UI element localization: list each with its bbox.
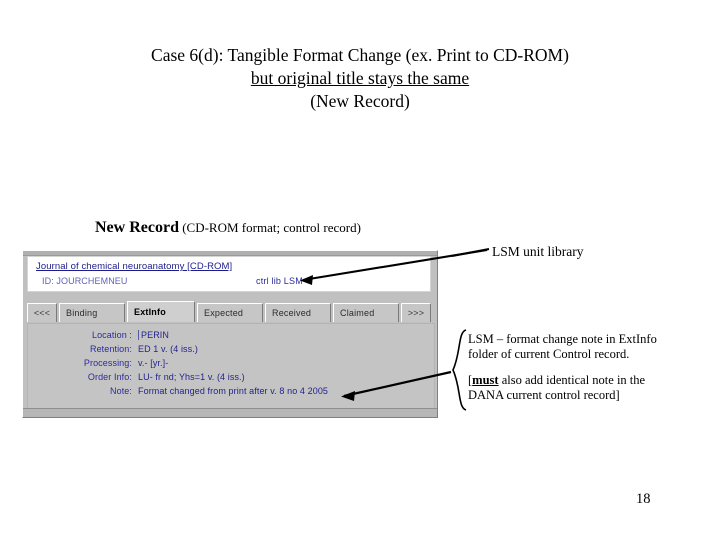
annotation-lsm-unit-library: LSM unit library	[492, 244, 584, 259]
new-record-caption: New Record (CD-ROM format; control recor…	[95, 219, 361, 237]
field-label-retention: Retention:	[89, 344, 132, 354]
field-value-note[interactable]: Format changed from print after v. 8 no …	[138, 386, 328, 396]
tab-next[interactable]: >>>	[401, 303, 431, 322]
tab-extinfo[interactable]: ExtInfo	[127, 301, 195, 322]
field-value-processing[interactable]: v.- [yr.]-	[138, 358, 168, 368]
page-number: 18	[636, 491, 651, 507]
field-value-retention[interactable]: ED 1 v. (4 iss.)	[138, 344, 198, 354]
slide-title-line-3: (New Record)	[310, 91, 410, 111]
annotation-note-paragraph-2: [must also add identical note in the DAN…	[468, 373, 690, 403]
embedded-record-window: Journal of chemical neuroanatomy [CD-ROM…	[22, 250, 438, 418]
record-title-link[interactable]: Journal of chemical neuroanatomy [CD-ROM…	[36, 261, 232, 272]
field-row-processing: Processing: v.- [yr.]-	[28, 358, 434, 372]
arrow-leadin-lsm-unit	[451, 247, 490, 258]
field-row-location: Location : PERIN	[28, 330, 434, 344]
extinfo-field-area: Location : PERIN Retention: ED 1 v. (4 i…	[27, 323, 435, 409]
field-label-order-info: Order Info:	[87, 372, 132, 382]
field-value-location[interactable]: PERIN	[138, 330, 169, 340]
field-label-note: Note:	[109, 386, 132, 396]
record-id-label: ID: JOURCHEMNEU	[42, 276, 128, 286]
record-tab-row: <<< Binding ExtInfo Expected Received Cl…	[27, 301, 435, 322]
annotation-note-line-2: folder of current Control record.	[468, 347, 630, 361]
field-row-note: Note: Format changed from print after v.…	[28, 386, 434, 400]
field-row-retention: Retention: ED 1 v. (4 iss.)	[28, 344, 434, 358]
annotation-must-word: must	[472, 373, 499, 387]
annotation-must-rest: also add identical note in the	[498, 373, 646, 387]
slide-title-block: Case 6(d): Tangible Format Change (ex. P…	[0, 44, 720, 113]
tab-prev[interactable]: <<<	[27, 303, 57, 322]
window-bottom-strip	[23, 408, 437, 417]
tab-expected[interactable]: Expected	[197, 303, 263, 322]
annotation-note-line-1: LSM – format change note in ExtInfo	[468, 332, 657, 346]
new-record-caption-strong: New Record	[95, 219, 179, 236]
tab-claimed[interactable]: Claimed	[333, 303, 399, 322]
field-label-processing: Processing:	[83, 358, 132, 368]
slide-title-line-1: Case 6(d): Tangible Format Change (ex. P…	[151, 45, 569, 65]
field-label-location: Location :	[91, 330, 132, 340]
field-row-order-info: Order Info: LU- fr nd; Yhs=1 v. (4 iss.)	[28, 372, 434, 386]
slide-title-line-2: but original title stays the same	[250, 68, 470, 88]
field-value-order-info[interactable]: LU- fr nd; Yhs=1 v. (4 iss.)	[138, 372, 245, 382]
annotation-note-block: LSM – format change note in ExtInfo fold…	[468, 332, 690, 403]
record-ctrl-library-label: ctrl lib LSM	[256, 276, 303, 286]
annotation-note-paragraph-1: LSM – format change note in ExtInfo fold…	[468, 332, 690, 362]
annotation-brace	[452, 329, 467, 411]
tab-binding[interactable]: Binding	[59, 303, 125, 322]
tab-received[interactable]: Received	[265, 303, 331, 322]
record-header-panel: Journal of chemical neuroanatomy [CD-ROM…	[27, 256, 431, 292]
new-record-caption-paren: (CD-ROM format; control record)	[178, 220, 361, 235]
annotation-must-line-2: DANA current control record]	[468, 388, 620, 402]
